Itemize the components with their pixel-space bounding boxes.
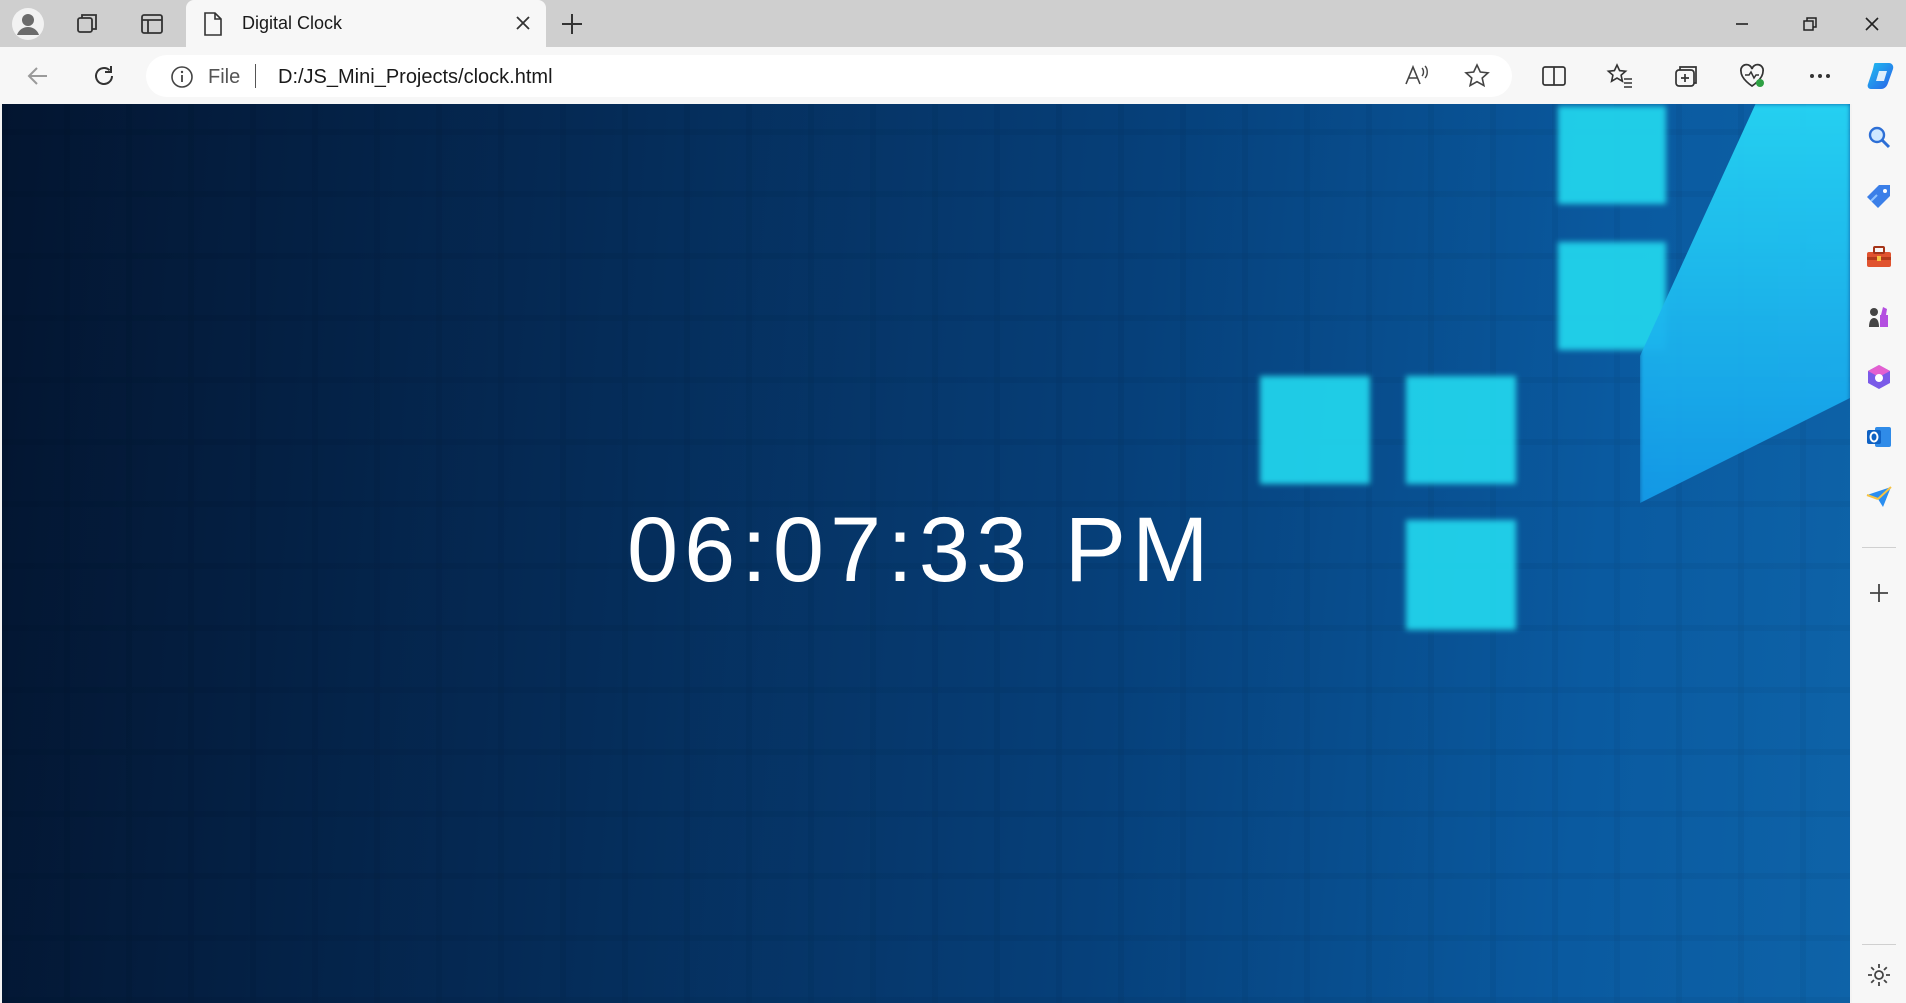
outlook-icon[interactable] xyxy=(1864,422,1894,452)
url-text[interactable]: D:/JS_Mini_Projects/clock.html xyxy=(278,66,553,89)
add-icon[interactable] xyxy=(1864,578,1894,608)
sidebar-divider xyxy=(1862,944,1896,945)
favorite-star-icon[interactable] xyxy=(1460,59,1494,93)
chess-icon[interactable] xyxy=(1864,302,1894,332)
url-scheme-label: File xyxy=(208,66,241,88)
tag-icon[interactable] xyxy=(1864,182,1894,212)
send-icon[interactable] xyxy=(1864,482,1894,512)
digital-clock: 06:07:33 PM xyxy=(627,499,1215,601)
minimize-button[interactable] xyxy=(1708,0,1776,47)
close-window-button[interactable] xyxy=(1838,0,1906,47)
browser-essentials-icon[interactable] xyxy=(1732,57,1772,95)
background-block xyxy=(1406,520,1516,630)
background-block xyxy=(1406,376,1516,484)
info-icon[interactable] xyxy=(170,65,194,89)
profile-icon[interactable] xyxy=(10,6,46,42)
read-aloud-icon[interactable] xyxy=(1400,59,1434,93)
background-block xyxy=(1558,106,1666,204)
sidebar-divider xyxy=(1862,547,1896,548)
address-bar[interactable]: File D:/JS_Mini_Projects/clock.html xyxy=(146,55,1512,97)
active-tab[interactable]: Digital Clock xyxy=(186,0,546,47)
collections-icon[interactable] xyxy=(1666,57,1706,95)
copilot-icon[interactable] xyxy=(1862,57,1902,95)
new-tab-button[interactable] xyxy=(556,8,588,40)
refresh-button[interactable] xyxy=(84,57,124,95)
back-button[interactable] xyxy=(18,57,58,95)
split-screen-icon[interactable] xyxy=(1534,57,1574,95)
vertical-tabs-icon[interactable] xyxy=(134,6,170,42)
office-icon[interactable] xyxy=(1864,362,1894,392)
restore-button[interactable] xyxy=(1776,0,1844,47)
page-content: 06:07:33 PM xyxy=(2,104,1850,1003)
settings-icon[interactable] xyxy=(1864,960,1894,990)
background-block xyxy=(1260,376,1370,484)
page-icon xyxy=(202,12,224,36)
tab-bar: Digital Clock xyxy=(0,0,1906,47)
search-icon[interactable] xyxy=(1864,122,1894,152)
more-options-icon[interactable] xyxy=(1800,57,1840,95)
favorites-icon[interactable] xyxy=(1600,57,1640,95)
right-sidebar xyxy=(1852,104,1906,1003)
workspaces-icon[interactable] xyxy=(70,6,106,42)
toolbox-icon[interactable] xyxy=(1864,242,1894,272)
close-tab-icon[interactable] xyxy=(510,10,536,36)
browser-toolbar: File D:/JS_Mini_Projects/clock.html xyxy=(0,47,1906,104)
address-separator xyxy=(255,64,256,88)
background-block xyxy=(1558,242,1666,350)
tab-title: Digital Clock xyxy=(242,13,343,33)
